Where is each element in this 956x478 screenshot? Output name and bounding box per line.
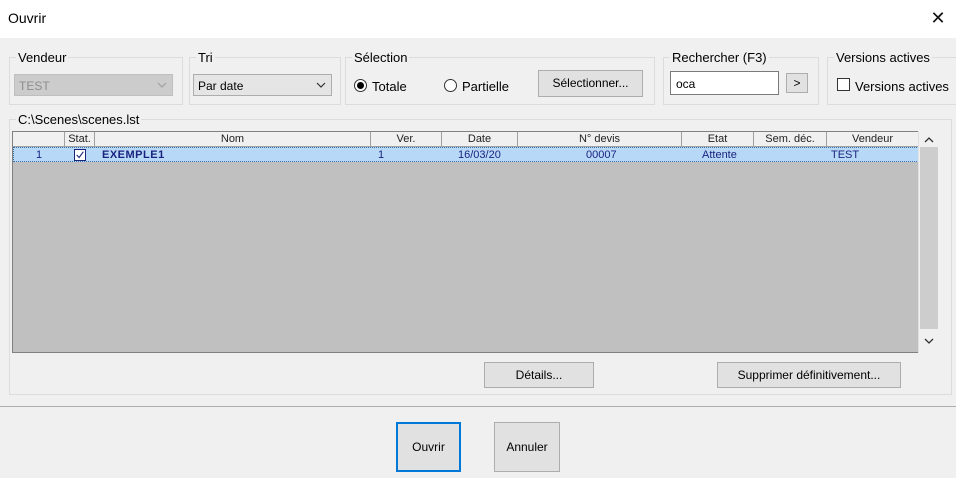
list-path: C:\Scenes\scenes.lst [16, 112, 142, 127]
row-devis: 00007 [586, 149, 617, 161]
row-index: 1 [36, 149, 43, 161]
radio-partielle[interactable] [444, 79, 457, 92]
versions-label: Versions actives [834, 50, 932, 65]
scroll-down-icon[interactable] [923, 336, 935, 346]
tri-value: Par date [198, 79, 244, 93]
vendeur-label: Vendeur [16, 50, 69, 65]
tri-select[interactable]: Par date [193, 74, 332, 96]
search-input[interactable]: oca [670, 71, 779, 95]
column-header-nom[interactable]: Nom [95, 132, 371, 147]
radio-totale[interactable] [354, 79, 367, 92]
column-header-etat[interactable]: Etat [682, 132, 754, 147]
details-button[interactable]: Détails... [484, 362, 594, 388]
column-header-sem[interactable]: Sem. déc. [754, 132, 827, 147]
close-icon[interactable]: ✕ [928, 8, 948, 28]
footer-divider [0, 406, 956, 407]
row-ver: 1 [378, 149, 385, 161]
column-header-vendeur[interactable]: Vendeur [827, 132, 919, 147]
chevron-down-icon [157, 82, 167, 88]
tri-label: Tri [196, 50, 215, 65]
check-icon[interactable] [74, 149, 86, 161]
selectionner-button[interactable]: Sélectionner... [538, 70, 643, 97]
versions-checkbox-label: Versions actives [855, 79, 949, 94]
selection-label: Sélection [352, 50, 410, 65]
title-bar [0, 0, 956, 38]
row-etat: Attente [702, 149, 737, 161]
annuler-button[interactable]: Annuler [494, 422, 560, 472]
table-row[interactable]: 1 EXEMPLE1 1 16/03/20 00007 Attente TEST [13, 147, 919, 162]
column-header-ver[interactable]: Ver. [371, 132, 442, 147]
column-header-index[interactable] [13, 132, 65, 147]
vendeur-select: TEST [14, 74, 173, 96]
versions-checkbox[interactable] [837, 78, 850, 91]
window-title: Ouvrir [8, 10, 47, 26]
scenes-table: Stat. Nom Ver. Date N° devis Etat Sem. d… [12, 131, 941, 353]
supprimer-button[interactable]: Supprimer définitivement... [717, 362, 901, 388]
radio-dot [357, 82, 364, 89]
row-vendeur: TEST [831, 149, 860, 161]
column-header-stat[interactable]: Stat. [65, 132, 95, 147]
chevron-down-icon [316, 82, 326, 88]
column-header-devis[interactable]: N° devis [518, 132, 682, 147]
row-date: 16/03/20 [458, 149, 501, 161]
radio-partielle-label: Partielle [462, 79, 509, 94]
column-header-date[interactable]: Date [442, 132, 518, 147]
search-go-button[interactable]: > [786, 73, 808, 93]
vendeur-value: TEST [19, 79, 50, 93]
scroll-up-icon[interactable] [923, 135, 935, 145]
scrollbar-thumb[interactable] [920, 147, 938, 329]
radio-totale-label: Totale [372, 79, 407, 94]
row-nom: EXEMPLE1 [102, 149, 165, 161]
search-value: oca [676, 77, 696, 91]
ouvrir-button[interactable]: Ouvrir [396, 422, 461, 472]
rechercher-label: Rechercher (F3) [670, 50, 769, 65]
